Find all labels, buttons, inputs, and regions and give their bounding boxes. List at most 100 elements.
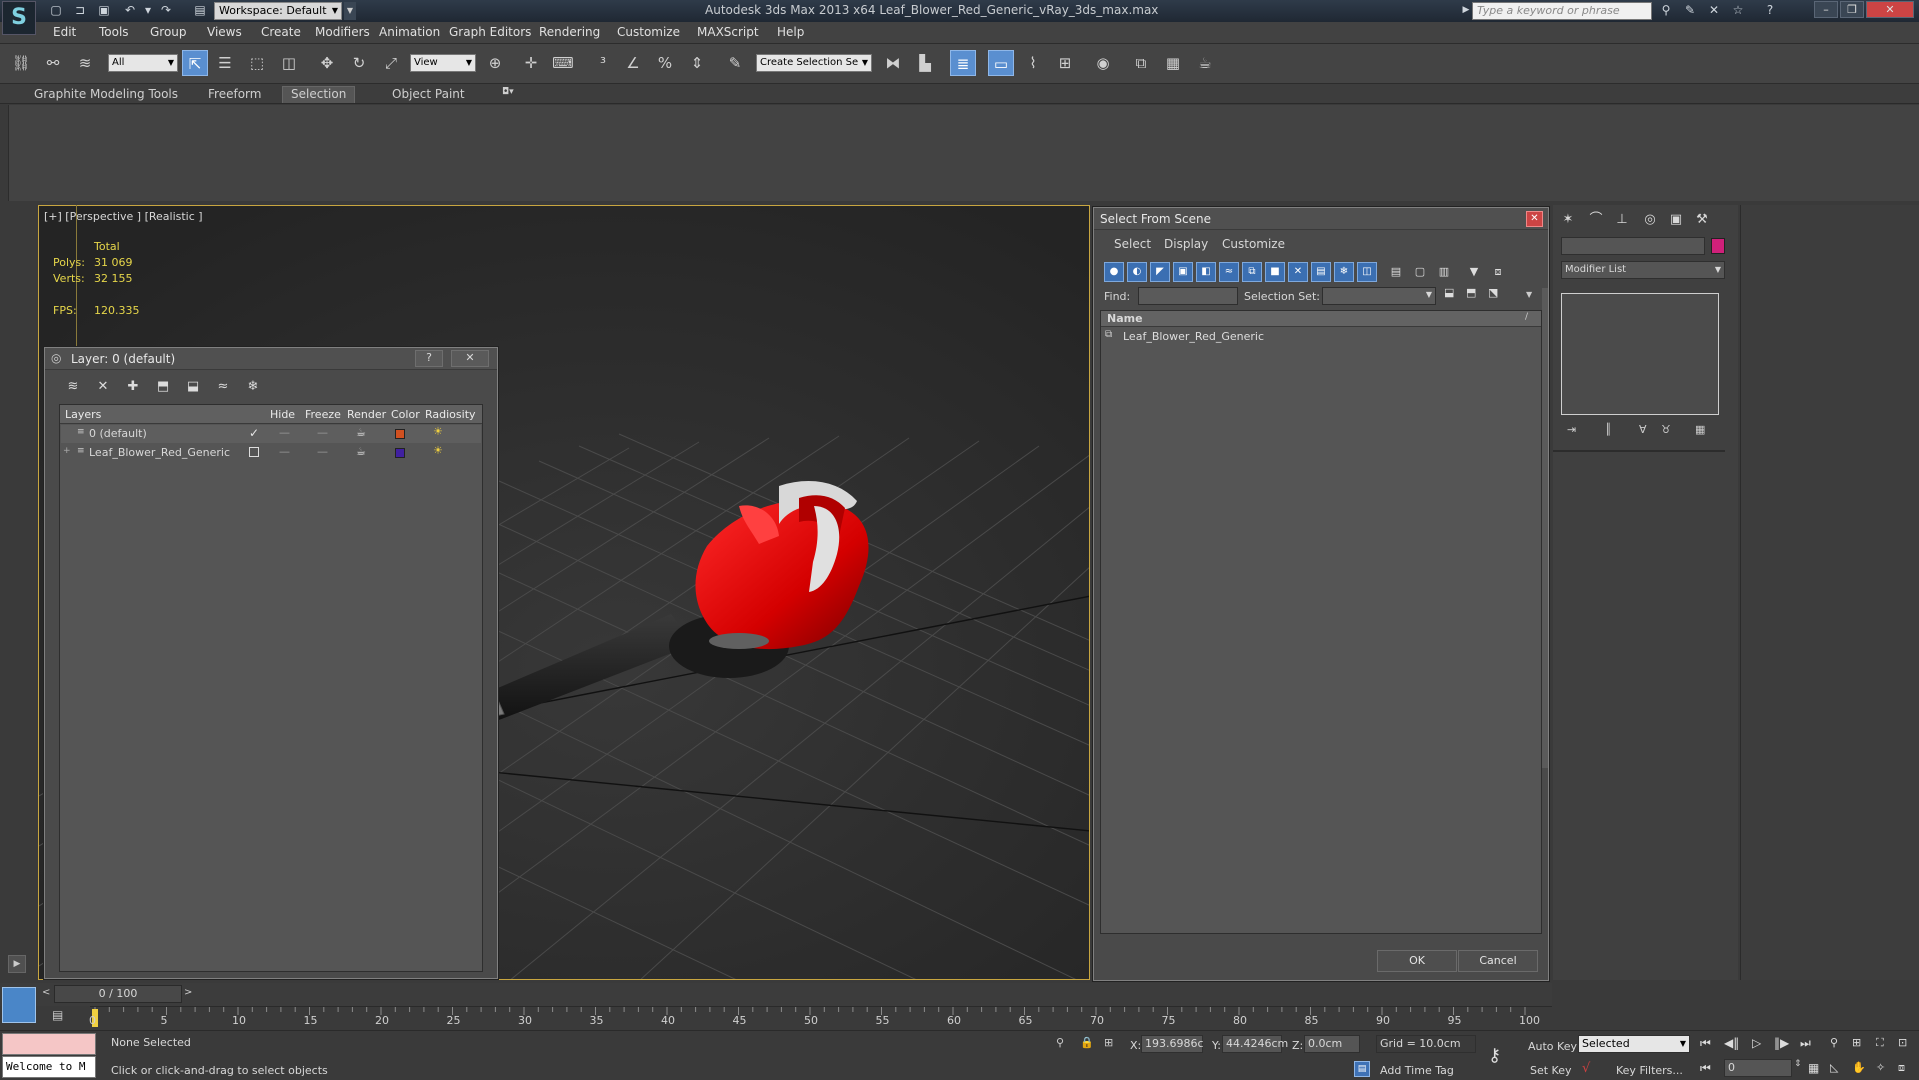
display-helpers-icon[interactable]: ◧ <box>1196 262 1216 282</box>
select-rotate-icon[interactable]: ↻ <box>346 50 372 76</box>
minimize-button[interactable]: – <box>1814 1 1838 18</box>
link-icon[interactable]: ⛓ <box>8 50 34 76</box>
display-containers-icon[interactable]: ▤ <box>1311 262 1331 282</box>
redo-icon[interactable]: ↷ <box>158 3 174 18</box>
x-coordinate-field[interactable]: 193.6986c <box>1141 1035 1204 1053</box>
sync-selection-icon[interactable]: ⧈ <box>1488 262 1508 282</box>
time-slider-left-icon[interactable]: < <box>42 987 50 998</box>
highlight-selected-icon[interactable]: ⬓ <box>183 378 203 396</box>
close-button[interactable]: ✕ <box>451 350 489 367</box>
undo-dropdown-icon[interactable]: ▾ <box>140 3 156 18</box>
time-slider[interactable]: 0 / 100 <box>54 985 182 1003</box>
app-logo-icon[interactable]: S <box>2 1 36 35</box>
z-coordinate-field[interactable]: 0.0cm <box>1304 1035 1360 1053</box>
selection-set-dropdown[interactable]: ▼ <box>1322 287 1436 305</box>
object-color-swatch[interactable] <box>1711 238 1725 254</box>
sfs-menu-customize[interactable]: Customize <box>1222 237 1285 251</box>
open-mini-curve-editor-icon[interactable]: ▤ <box>52 1008 72 1026</box>
set-key-icon[interactable]: ⚷ <box>1488 1045 1501 1066</box>
add-time-tag[interactable]: Add Time Tag <box>1380 1064 1454 1077</box>
material-editor-icon[interactable]: ◉ <box>1090 50 1116 76</box>
display-none-icon[interactable]: ▢ <box>1410 262 1430 282</box>
new-file-icon[interactable]: ▢ <box>48 3 64 18</box>
render-production-icon[interactable]: ☕ <box>1192 50 1218 76</box>
selection-filter-dropdown[interactable]: All ▼ <box>108 54 178 72</box>
display-geometry-icon[interactable]: ● <box>1104 262 1124 282</box>
close-window-button[interactable]: ✕ <box>1866 1 1914 18</box>
add-to-layer-icon[interactable]: ✚ <box>123 378 143 396</box>
layer-dialog-titlebar[interactable]: ◎ Layer: 0 (default) ? ✕ <box>45 348 497 370</box>
expand-icon[interactable]: + <box>63 446 71 456</box>
viewport-label[interactable]: [+] [Perspective ] [Realistic ] <box>44 210 203 223</box>
tab-graphite-modeling-tools[interactable]: Graphite Modeling Tools <box>26 87 186 104</box>
cancel-button[interactable]: Cancel <box>1458 950 1538 972</box>
configure-modifier-sets-icon[interactable]: ▦ <box>1695 423 1705 436</box>
freeze-all-layers-icon[interactable]: ❄ <box>243 378 263 396</box>
col-freeze[interactable]: Freeze <box>305 408 341 421</box>
menu-create[interactable]: Create <box>261 25 301 39</box>
sort-icon[interactable]: / <box>1525 312 1528 322</box>
track-bar-ruler[interactable]: 0 5 10 15 20 25 30 35 40 45 50 55 60 65 70 75 80 85 90 95 10… <box>89 1006 1552 1029</box>
align-icon[interactable]: ▙ <box>912 50 938 76</box>
tab-object-paint[interactable]: Object Paint <box>384 87 473 104</box>
create-layer-icon[interactable]: ≋ <box>63 378 83 396</box>
utilities-tab-icon[interactable]: ⚒ <box>1691 209 1713 231</box>
play-icon[interactable]: ▷ <box>1752 1036 1761 1050</box>
select-layer-objects-icon[interactable]: ⬒ <box>153 378 173 396</box>
col-name[interactable]: Name <box>1107 312 1143 325</box>
subscription-icon[interactable]: ✎ <box>1682 3 1698 18</box>
remove-selection-set-icon[interactable]: ⬒ <box>1466 286 1476 299</box>
isolate-selection-icon[interactable]: ⚲ <box>1056 1036 1064 1049</box>
col-radiosity[interactable]: Radiosity <box>425 408 476 421</box>
rectangular-selection-icon[interactable]: ⬚ <box>244 50 270 76</box>
display-xrefs-icon[interactable]: ■ <box>1265 262 1285 282</box>
modifier-list-dropdown[interactable]: Modifier List ▼ <box>1561 261 1725 279</box>
render-teapot-icon[interactable]: ☕ <box>356 426 366 439</box>
menu-customize[interactable]: Customize <box>617 25 680 39</box>
col-color[interactable]: Color <box>391 408 420 421</box>
spinner-snap-icon[interactable]: ⇕ <box>684 50 710 76</box>
field-of-view-icon[interactable]: ◺ <box>1830 1061 1838 1074</box>
maxscript-listener-input[interactable]: Welcome to M <box>2 1056 96 1078</box>
search-input[interactable]: Type a keyword or phrase <box>1472 2 1652 20</box>
delete-layer-icon[interactable]: ✕ <box>93 378 113 396</box>
layer-manager-icon[interactable]: ≣ <box>950 50 976 76</box>
previous-frame-icon[interactable]: ◀‖ <box>1724 1036 1739 1050</box>
y-coordinate-field[interactable]: 44.4246cm <box>1222 1035 1288 1053</box>
frame-spinner-icon[interactable]: ⇕ <box>1794 1059 1802 1069</box>
bind-space-warp-icon[interactable]: ≋ <box>72 50 98 76</box>
display-bones-icon[interactable]: ✕ <box>1288 262 1308 282</box>
sfs-menu-select[interactable]: Select <box>1114 237 1151 251</box>
key-mode-dropdown[interactable]: Selected ▼ <box>1578 1035 1690 1053</box>
pin-stack-icon[interactable]: ⇥ <box>1567 423 1576 436</box>
remove-modifier-icon[interactable]: ♉ <box>1661 423 1671 436</box>
schematic-view-icon[interactable]: ⊞ <box>1052 50 1078 76</box>
render-teapot-icon[interactable]: ☕ <box>356 445 366 458</box>
display-lights-icon[interactable]: ◤ <box>1150 262 1170 282</box>
rendered-frame-window-icon[interactable]: ▦ <box>1160 50 1186 76</box>
layer-color-swatch[interactable] <box>395 448 405 458</box>
tab-selection[interactable]: Selection <box>282 86 356 103</box>
display-spacewarps-icon[interactable]: ≈ <box>1219 262 1239 282</box>
dialog-resize-edge[interactable] <box>1542 288 1548 768</box>
modify-tab-icon[interactable]: ⌒ <box>1585 209 1607 231</box>
display-invert-icon[interactable]: ▥ <box>1434 262 1454 282</box>
close-icon[interactable]: ✕ <box>1526 211 1543 227</box>
create-tab-icon[interactable]: ✶ <box>1557 209 1579 231</box>
show-end-result-icon[interactable]: ║ <box>1605 423 1612 436</box>
menu-tools[interactable]: Tools <box>99 25 129 39</box>
hide-all-layers-icon[interactable]: ≈ <box>213 378 233 396</box>
curve-editor-icon[interactable]: ⌇ <box>1020 50 1046 76</box>
col-hide[interactable]: Hide <box>270 408 295 421</box>
selection-lock-icon[interactable]: 🔒 <box>1080 1036 1094 1049</box>
pan-view-icon[interactable]: ✋ <box>1852 1061 1866 1074</box>
select-scale-icon[interactable]: ⤢ <box>378 50 404 76</box>
save-file-icon[interactable]: ▣ <box>96 3 112 18</box>
display-tab-icon[interactable]: ▣ <box>1665 209 1687 231</box>
maxscript-mini-listener-pink[interactable] <box>2 1033 96 1055</box>
current-layer-checkbox[interactable] <box>249 447 259 457</box>
window-crossing-icon[interactable]: ◫ <box>276 50 302 76</box>
col-render[interactable]: Render <box>347 408 386 421</box>
zoom-all-icon[interactable]: ⊞ <box>1852 1036 1861 1049</box>
favorites-star-icon[interactable]: ☆ <box>1730 3 1746 18</box>
